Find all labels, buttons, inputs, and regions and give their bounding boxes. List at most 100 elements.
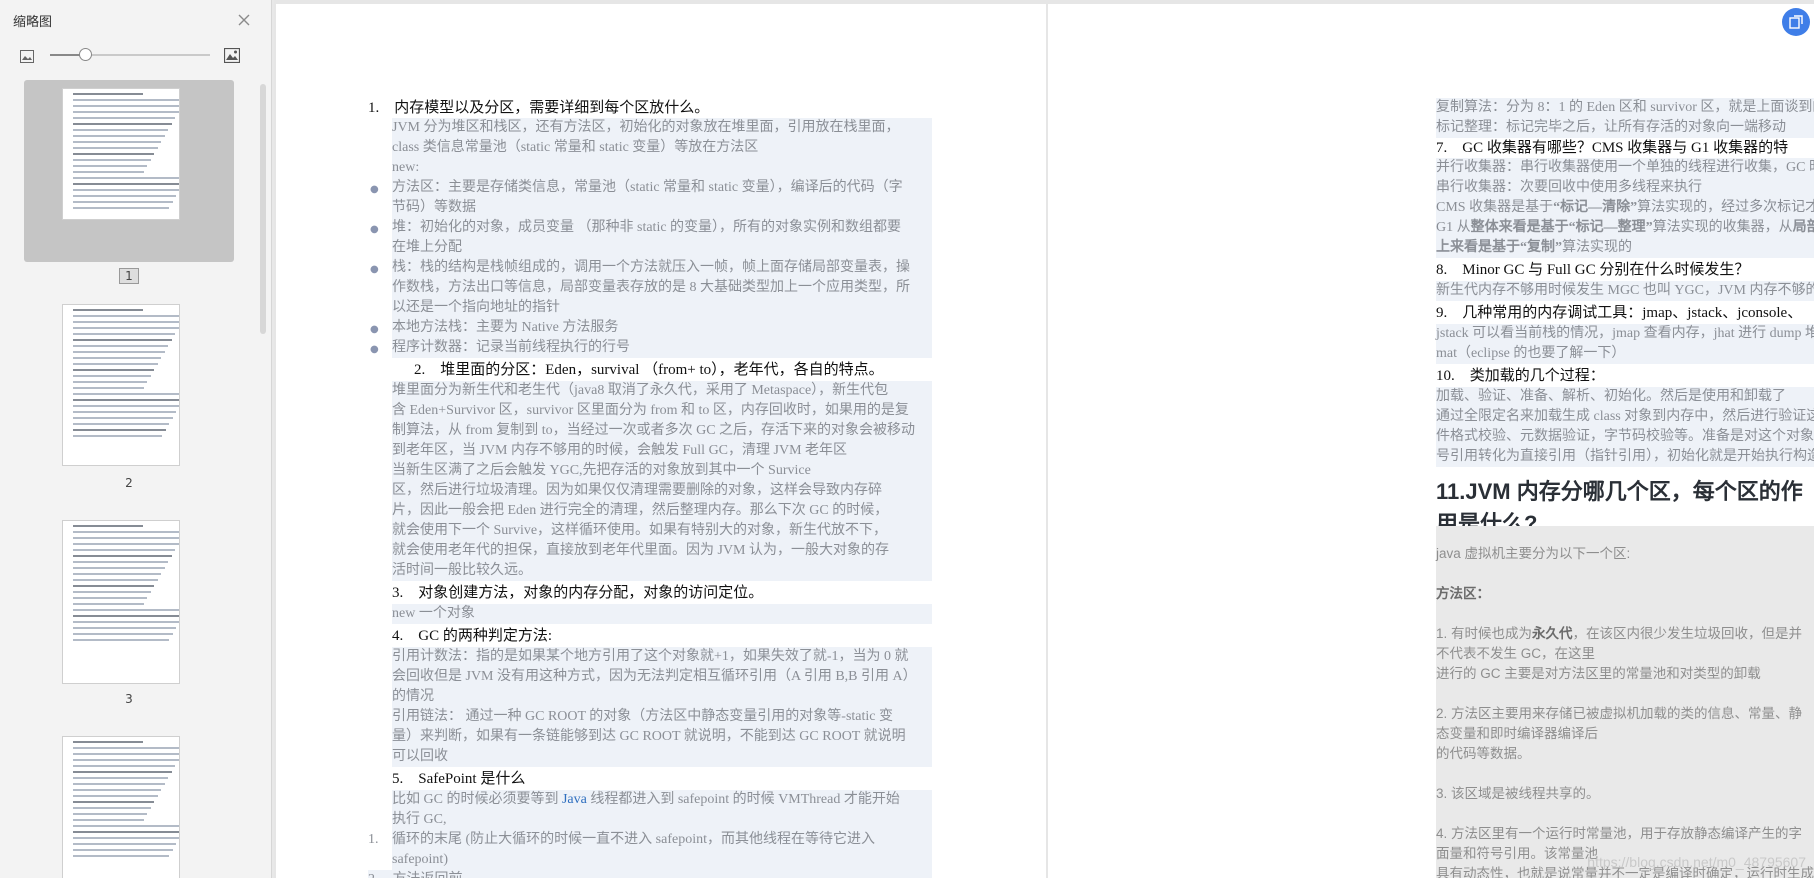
thumbnail-page-1[interactable]	[24, 80, 234, 262]
answer-line: 串行收集器：次要回收中使用多线程来执行	[1436, 178, 1814, 198]
answer-line: 含 Eden+Survivor 区，survivor 区里面分为 from 和 …	[392, 401, 932, 421]
answer-text: G1 从	[1436, 220, 1471, 235]
thumbnail-text-line	[73, 381, 148, 383]
answer-line: jstack 可以看当前栈的情况，jmap 查看内存，jhat 进行 dump …	[1436, 324, 1814, 344]
thumbnail-text-line	[73, 135, 165, 137]
answer-line: 栈：栈的结构是栈帧组成的，调用一个方法就压入一帧，帧上面存储局部变量表，操	[392, 258, 932, 278]
question-3: 3. 对象创建方法，对象的内存分配，对象的访问定位。	[392, 585, 764, 601]
answer-line: 方法区：主要是存储类信息，常量池（static 常量和 static 变量），编…	[392, 178, 932, 198]
thumbnail-text-line	[73, 375, 151, 377]
answer-line: 到老年区，当 JVM 内存不够用的时候，会触发 Full GC，清理 JVM 老…	[392, 441, 932, 461]
thumbnail-text-line	[73, 189, 179, 191]
thumbnail-text-line	[73, 837, 179, 839]
answer-line: 堆：初始化的对象，成员变量 （那种非 static 的变量），所有的对象实例和数…	[392, 218, 932, 238]
document-viewport[interactable]: 1. 内存模型以及分区，需要详细到每个区放什么。 JVM 分为堆区和栈区，还有方…	[274, 0, 1814, 878]
question-4: 4. GC 的两种判定方法:	[392, 628, 553, 644]
thumbnail-text-line	[73, 771, 172, 773]
thumbnail-text-line	[73, 117, 176, 119]
quote-line: java 虚拟机主要分为以下一个区:	[1436, 546, 1631, 561]
thumbnail-text-line	[73, 435, 163, 437]
quote-bold: 方法区：	[1436, 586, 1490, 601]
answer-line: 上来看是基于“复制”算法实现的	[1436, 238, 1814, 258]
thumbnail-text-line	[73, 759, 179, 761]
thumbnail-text-line	[73, 399, 179, 401]
bullet-icon: ●	[370, 224, 379, 235]
answer-line: 新生代内存不够用时候发生 MGC 也叫 YGC，JVM 内存不够的时候发生 FG…	[1436, 281, 1814, 301]
answer-bold: “标记—清除”	[1553, 200, 1638, 215]
thumbnail-text-line	[73, 357, 162, 359]
zoom-slider-handle[interactable]	[79, 48, 93, 61]
quote-text: 1. 有时候也成为	[1436, 626, 1533, 641]
thumbnail-text-line	[73, 855, 170, 857]
answer-line: 会回收但是 JVM 没有用这种方式，因为无法判定相互循环引用（A 引用 B,B …	[392, 667, 932, 687]
thumbnail-text-line	[73, 609, 179, 611]
answer-text: CMS 收集器是基于	[1436, 200, 1554, 215]
thumbnail-text-line	[73, 321, 179, 323]
page-number-label: 1	[119, 268, 139, 284]
thumbnail-image	[62, 304, 180, 466]
thumbnail-text-line	[73, 129, 169, 131]
export-icon[interactable]	[1782, 8, 1810, 36]
thumbnail-text-line	[73, 813, 148, 815]
thumbnail-text-line	[73, 849, 173, 851]
thumbnail-image	[62, 736, 180, 878]
thumbnail-text-line	[73, 309, 143, 311]
answer-line: 以还是一个指向地址的指针	[392, 298, 932, 318]
thumbnail-text-line	[73, 747, 179, 749]
quote-line: 进行的 GC 主要是对方法区里的常量池和对类型的卸载	[1436, 666, 1761, 681]
answer-line: 本地方法栈：主要为 Native 方法服务	[392, 318, 932, 338]
thumbnail-text-line	[73, 555, 172, 557]
question-8: 8. Minor GC 与 Full GC 分别在什么时候发生？	[1436, 262, 1750, 278]
bullet-icon: ●	[370, 184, 379, 195]
answer-line: 堆里面分为新生代和老生代（java8 取消了永久代，采用了 Metaspace）…	[392, 381, 932, 401]
thumbnail-text-line	[73, 807, 151, 809]
thumbnail-text-line	[73, 165, 148, 167]
thumbnail-text-line	[73, 141, 162, 143]
close-icon[interactable]	[235, 11, 253, 29]
quote-line: 1. 有时候也成为永久代，在该区内很少发生垃圾回收，但是并不代表不发生 GC，在…	[1436, 622, 1814, 662]
thumbnail-text-line	[73, 819, 144, 821]
answer-line: 引用计数法：指的是如果某个地方引用了这个对象就+1，如果失效了就-1，当为 0 …	[392, 647, 932, 667]
thumbnail-text-line	[73, 423, 170, 425]
answer-line: 标记整理：标记完毕之后，让所有存活的对象向一端移动	[1436, 118, 1814, 138]
image-small-icon[interactable]	[20, 48, 36, 63]
thumbnail-text-line	[73, 387, 144, 389]
answer-line: mat（eclipse 的也要了解一下）	[1436, 344, 1814, 364]
page-number-label: 2	[125, 476, 133, 490]
thumbnail-page-2[interactable]	[24, 296, 234, 472]
answer-line: 比如 GC 的时候必须要等到 Java 线程都进入到 safepoint 的时候…	[392, 790, 932, 810]
answer-line: 片，因此一般会把 Eden 进行完全的清理，然后整理内存。那么下次 GC 的时候…	[392, 501, 932, 521]
sidebar-scrollbar[interactable]	[260, 84, 266, 334]
thumbnail-text-line	[73, 411, 177, 413]
answer-line: JVM 分为堆区和栈区，还有方法区，初始化的对象放在堆里面，引用放在栈里面，	[392, 118, 932, 138]
answer-bold: 整体来看是基于“标记—整理”	[1470, 220, 1653, 235]
thumbnail-text-line	[73, 393, 179, 395]
thumbnail-text-line	[73, 585, 155, 587]
zoom-slider[interactable]	[50, 48, 210, 61]
thumbnail-sidebar: 缩略图 1 2 3	[0, 0, 272, 878]
bullet-icon: ●	[370, 264, 379, 275]
thumbnail-page-number: 1	[0, 268, 258, 284]
question-1: 1. 内存模型以及分区，需要详细到每个区放什么。	[368, 100, 710, 116]
answer-line: 区，然后进行垃圾清理。因为如果仅仅清理需要删除的对象，这样会导致内存碎	[392, 481, 932, 501]
thumbnail-text-line	[73, 567, 165, 569]
java-link[interactable]: Java	[562, 792, 587, 807]
question-10: 10. 类加载的几个过程：	[1436, 368, 1605, 384]
answer-line: 通过全限定名来加载生成 class 对象到内存中，然后进行验证这个 class …	[1436, 407, 1814, 427]
answer-line: class 类信息常量池（static 常量和 static 变量）等放在方法区	[392, 138, 932, 158]
question-2: 2. 堆里面的分区：Eden，survival （from+ to），老年代，各…	[414, 362, 884, 378]
answer-line: 引用链法： 通过一种 GC ROOT 的对象（方法区中静态变量引用的对象等-st…	[392, 707, 932, 727]
answer-line: 件格式校验、元数据验证，字节码校验等。准备是对这个对象分配内存。解析是将符	[1436, 427, 1814, 447]
thumbnail-page-3[interactable]	[24, 512, 234, 688]
thumbnail-page-4[interactable]	[24, 728, 234, 878]
thumbnail-text-line	[73, 315, 179, 317]
thumbnail-text-line	[73, 195, 177, 197]
thumbnail-text-line	[73, 201, 173, 203]
thumbnail-text-line	[73, 111, 179, 113]
thumbnail-text-line	[73, 207, 170, 209]
answer-line: G1 从整体来看是基于“标记—整理”算法实现的收集器，从局部（两个 Region…	[1436, 218, 1814, 238]
thumbnail-text-line	[73, 573, 162, 575]
answer-line: 2. 方法返回前	[368, 870, 932, 878]
image-large-icon[interactable]	[223, 47, 241, 64]
thumbnail-text-line	[73, 417, 173, 419]
